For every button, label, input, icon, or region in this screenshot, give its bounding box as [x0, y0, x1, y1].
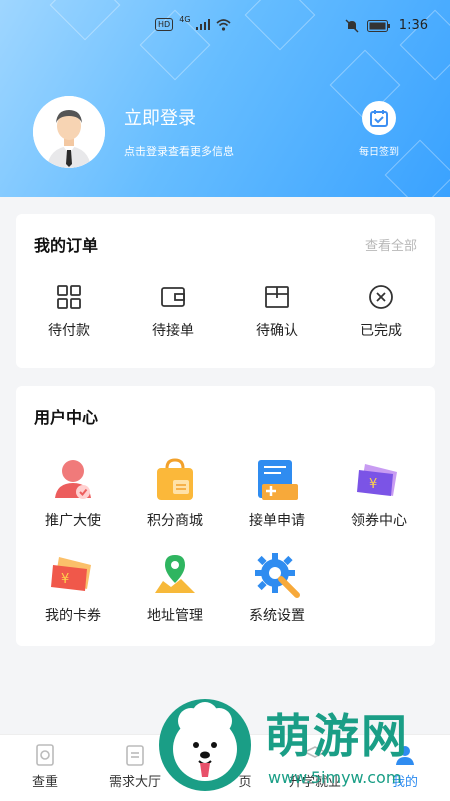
address-management-item[interactable]: 地址管理 [125, 551, 225, 625]
order-pending-payment[interactable]: 待付款 [19, 284, 119, 340]
points-mall-item[interactable]: 积分商城 [125, 456, 225, 530]
tab-demand-hall[interactable]: 需求大厅 [90, 743, 180, 790]
gear-icon [255, 553, 300, 598]
orders-card: 我的订单 查看全部 待付款 待接单 待确认 已完成 [16, 214, 435, 368]
order-label: 待确认 [256, 323, 298, 339]
network-type: 4G [179, 15, 191, 24]
svg-text:¥: ¥ [61, 572, 69, 587]
person-avatar-icon [33, 96, 105, 168]
user-icon [396, 746, 414, 765]
tab-study-career[interactable]: 升学就业 [270, 743, 360, 790]
box-icon [265, 286, 289, 308]
clipboard-icon [126, 745, 144, 766]
item-label: 积分商城 [147, 513, 203, 529]
login-subtitle: 点击登录查看更多信息 [124, 145, 234, 158]
orders-title: 我的订单 [34, 236, 99, 255]
check-doc-icon [36, 744, 54, 766]
tab-label: 页 [238, 775, 252, 790]
order-label: 待付款 [48, 323, 90, 339]
system-settings-item[interactable]: 系统设置 [227, 551, 327, 625]
mute-bell-icon [345, 19, 359, 32]
user-center-title: 用户中心 [34, 408, 99, 427]
profile-header: HD 4G 1:36 立即登录 点击登录查看更多信息 每日签到 [0, 0, 450, 197]
calendar-check-icon [370, 110, 388, 127]
tab-check[interactable]: 查重 [0, 743, 90, 790]
shopping-bag-icon [157, 458, 193, 500]
tab-label: 查重 [31, 775, 58, 790]
tab-label: 需求大厅 [108, 775, 161, 790]
battery-icon [366, 19, 390, 32]
tab-label: 升学就业 [288, 775, 341, 790]
item-label: 系统设置 [249, 608, 305, 624]
clock-time: 1:36 [398, 18, 428, 33]
avatar[interactable] [33, 96, 105, 168]
item-label: 我的卡券 [45, 608, 101, 624]
tab-label: 我的 [391, 775, 418, 790]
order-application-item[interactable]: 接单申请 [227, 456, 327, 530]
grid-icon [57, 285, 81, 309]
item-label: 推广大使 [45, 513, 101, 529]
grad-icon [303, 746, 327, 758]
order-pending-accept[interactable]: 待接单 [123, 284, 223, 340]
item-label: 接单申请 [249, 513, 305, 529]
tab-mine[interactable]: 我的 [360, 743, 450, 790]
bottom-tab-bar: 查重 需求大厅 页 升学就业 我的 [0, 734, 450, 801]
checkin-label: 每日签到 [359, 147, 399, 158]
promoter-item[interactable]: 推广大使 [23, 456, 123, 530]
coupon-icon: ¥ [357, 464, 397, 496]
circle-x-icon [369, 285, 393, 309]
coupon-center-item[interactable]: ¥ 领券中心 [329, 456, 429, 530]
order-label: 待接单 [152, 323, 194, 339]
view-all-orders-link[interactable]: 查看全部 [365, 235, 417, 254]
order-pending-confirm[interactable]: 待确认 [227, 284, 327, 340]
login-link[interactable]: 立即登录 [124, 104, 196, 130]
wifi-icon [216, 18, 232, 31]
ticket-icon: ¥ [51, 557, 91, 591]
item-label: 领券中心 [351, 513, 407, 529]
my-coupons-item[interactable]: ¥ 我的卡券 [23, 551, 123, 625]
user-center-card: 用户中心 推广大使 积分商城 接单申请 ¥ 领券中心 ¥ 我的卡券 地址管理 系… [16, 386, 435, 646]
promoter-icon [55, 460, 91, 499]
status-bar: HD 4G 1:36 [0, 0, 450, 50]
signal-icon [196, 19, 211, 30]
svg-text:¥: ¥ [369, 477, 377, 492]
checkin-icon-wrap [362, 101, 396, 135]
tab-home[interactable]: 页 [180, 743, 270, 790]
daily-checkin-button[interactable]: 每日签到 [355, 101, 403, 158]
order-completed[interactable]: 已完成 [331, 284, 431, 340]
wallet-icon [161, 287, 185, 307]
home-icon [215, 744, 235, 765]
map-pin-icon [155, 555, 195, 593]
item-label: 地址管理 [147, 608, 203, 624]
order-label: 已完成 [360, 323, 402, 339]
application-icon [258, 460, 298, 500]
hd-badge: HD [155, 18, 174, 31]
